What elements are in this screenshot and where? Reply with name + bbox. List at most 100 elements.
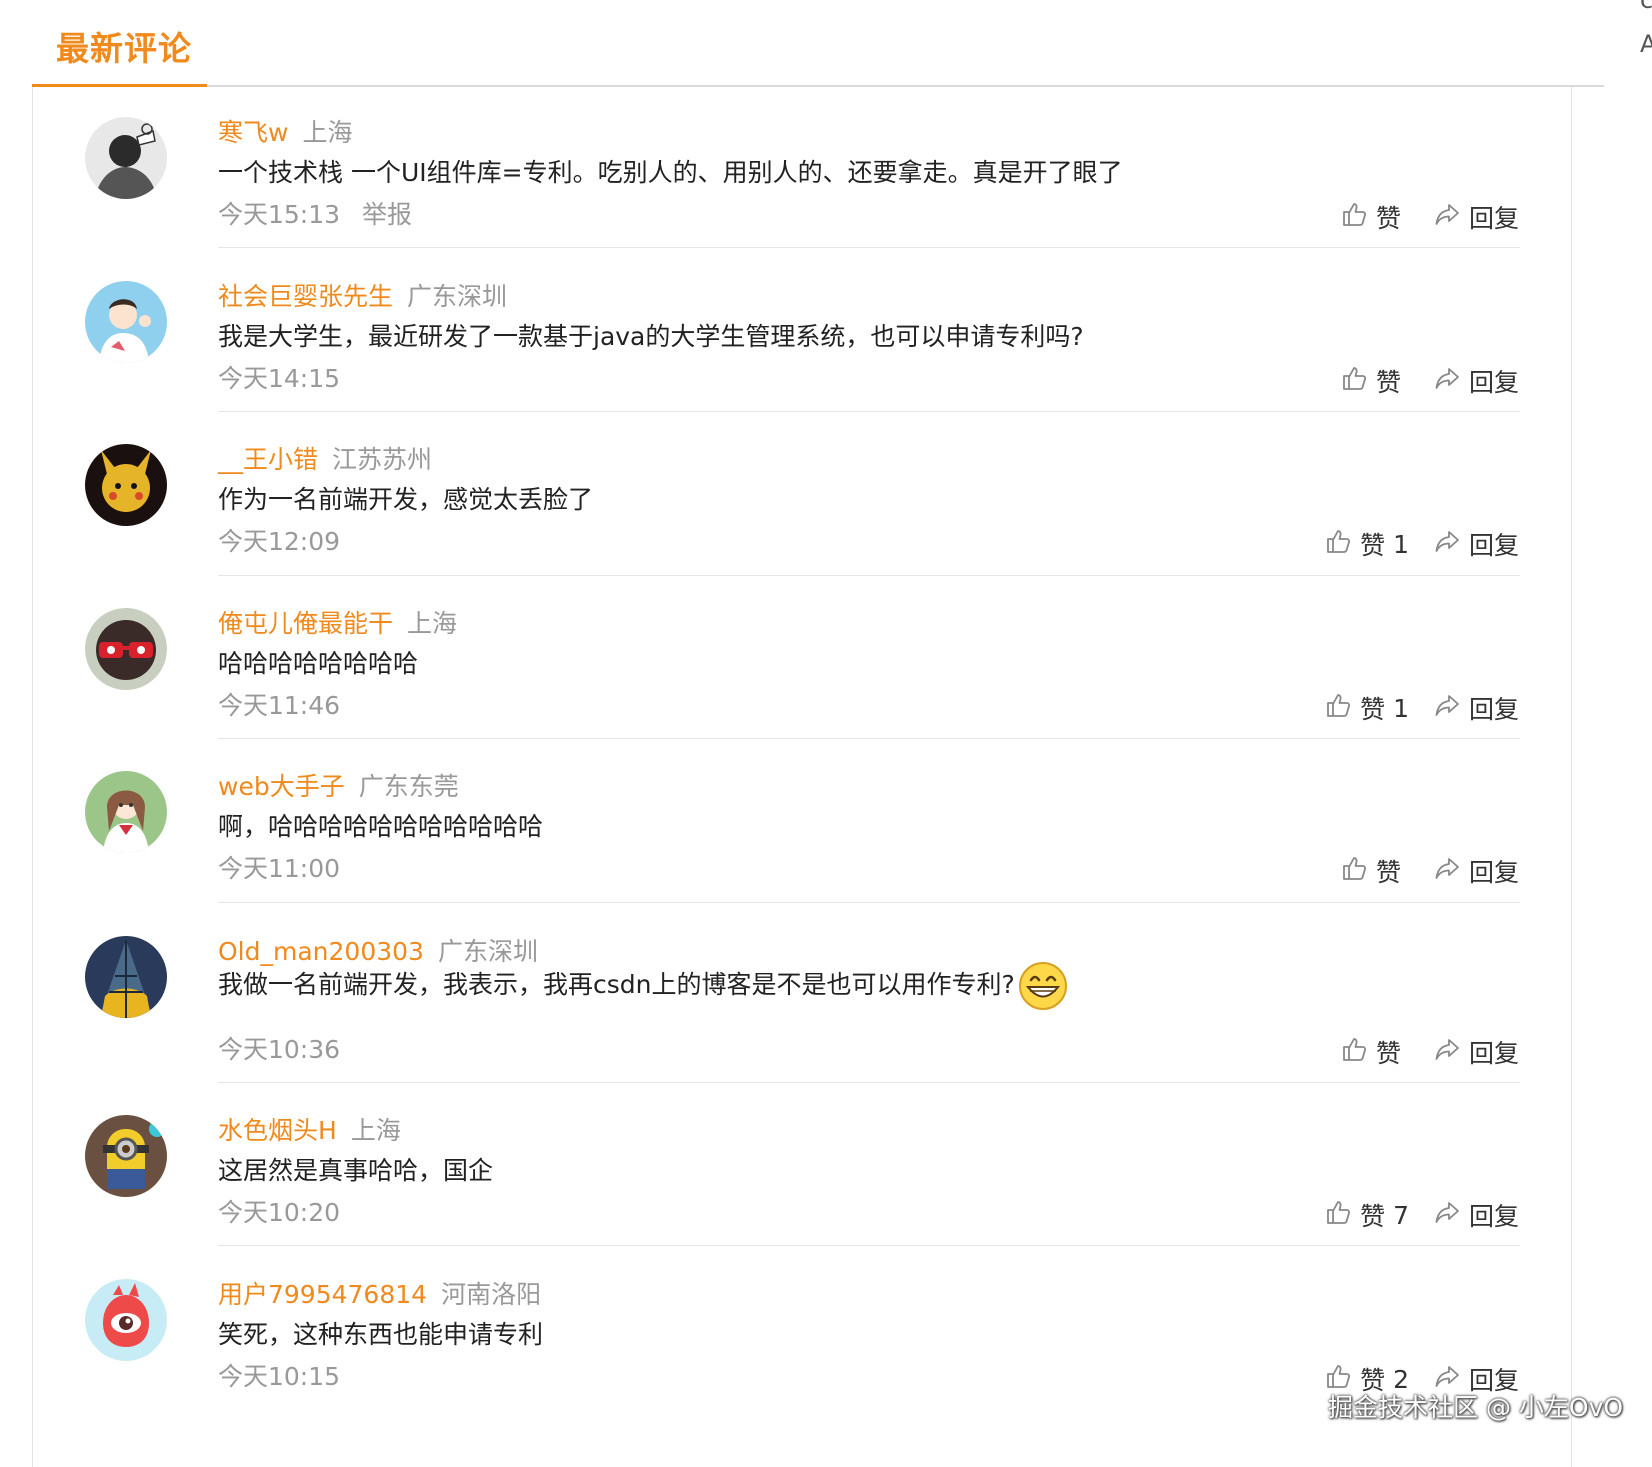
location: 上海	[407, 609, 458, 638]
comment-time-line: 今天15:13 举报	[218, 195, 412, 231]
comment-text: 哈哈哈哈哈哈哈哈	[218, 649, 419, 678]
comment-divider	[218, 738, 1520, 739]
reply-button[interactable]: 回复	[1433, 526, 1519, 562]
comment-divider	[218, 247, 1520, 248]
comment-actions: 赞1 回复	[1324, 526, 1519, 562]
tab-latest-comments[interactable]: 最新评论	[56, 22, 192, 70]
thumbs-up-icon	[1340, 854, 1368, 888]
comment-divider	[218, 902, 1520, 903]
username-link[interactable]: 用户7995476814	[218, 1280, 427, 1309]
report-link[interactable]: 举报	[362, 200, 412, 229]
location: 江苏苏州	[332, 445, 433, 474]
comment-text: 我做一名前端开发，我表示，我再csdn上的博客是不是也可以用作专利?	[218, 960, 1069, 1012]
like-count: 1	[1393, 529, 1409, 559]
thumbs-up-icon	[1340, 1035, 1368, 1069]
thumbs-up-icon	[1340, 364, 1368, 398]
location: 上海	[350, 1116, 401, 1145]
like-button[interactable]: 赞1	[1324, 526, 1409, 562]
like-button[interactable]: 赞	[1340, 853, 1409, 889]
comment-time: 今天10:20	[218, 1198, 341, 1227]
location: 河南洛阳	[441, 1280, 542, 1309]
username-link[interactable]: __王小错	[218, 445, 318, 474]
share-arrow-icon	[1433, 527, 1461, 561]
like-label: 赞	[1360, 531, 1386, 560]
username-link[interactable]: 寒飞w	[218, 118, 288, 147]
like-button[interactable]: 赞	[1340, 199, 1409, 235]
like-button[interactable]: 赞1	[1324, 690, 1409, 726]
comment-time-line: 今天11:00	[218, 849, 340, 885]
share-arrow-icon	[1433, 691, 1461, 725]
thumbs-up-icon	[1340, 200, 1368, 234]
reply-label: 回复	[1468, 531, 1519, 560]
share-arrow-icon	[1433, 200, 1461, 234]
comment-meta: web大手子 广东东莞	[218, 767, 459, 803]
reply-label: 回复	[1468, 1039, 1519, 1068]
avatar[interactable]	[85, 1279, 167, 1361]
comment-time: 今天11:46	[218, 691, 341, 720]
comment-actions: 赞 回复	[1340, 363, 1519, 399]
tab-bar: 最新评论	[32, 0, 1604, 90]
reply-button[interactable]: 回复	[1433, 1034, 1519, 1070]
username-link[interactable]: web大手子	[218, 772, 345, 801]
comment-meta: 用户7995476814 河南洛阳	[218, 1275, 541, 1311]
username-link[interactable]: 俺屯儿俺最能干	[218, 609, 393, 638]
comment-actions: 赞 回复	[1340, 853, 1519, 889]
avatar[interactable]	[85, 117, 167, 199]
like-count: 7	[1393, 1200, 1409, 1230]
avatar[interactable]	[85, 771, 167, 853]
comment-divider	[218, 575, 1520, 576]
watermark: 掘金技术社区 @ 小左OvO	[1328, 1393, 1624, 1422]
reply-button[interactable]: 回复	[1433, 690, 1519, 726]
comment-meta: 水色烟头H 上海	[218, 1111, 401, 1147]
share-arrow-icon	[1433, 1035, 1461, 1069]
avatar[interactable]	[85, 1115, 167, 1197]
comment-text: 一个技术栈 一个UI组件库=专利。吃别人的、用别人的、还要拿走。真是开了眼了	[218, 158, 1123, 187]
username-link[interactable]: 社会巨婴张先生	[218, 282, 393, 311]
grinning-emoji-icon	[1017, 960, 1069, 1012]
comment-time: 今天10:36	[218, 1035, 341, 1064]
reply-button[interactable]: 回复	[1433, 363, 1519, 399]
like-button[interactable]: 赞	[1340, 363, 1409, 399]
like-count: 1	[1393, 693, 1409, 723]
comment-text: 啊，哈哈哈哈哈哈哈哈哈哈哈	[218, 812, 544, 841]
comment-time: 今天15:13	[218, 200, 341, 229]
comment-divider	[218, 1082, 1520, 1083]
comment-meta: 社会巨婴张先生 广东深圳	[218, 277, 507, 313]
avatar[interactable]	[85, 608, 167, 690]
share-arrow-icon	[1433, 364, 1461, 398]
like-button[interactable]: 赞	[1340, 1034, 1409, 1070]
reply-button[interactable]: 回复	[1433, 199, 1519, 235]
comment-time: 今天14:15	[218, 364, 341, 393]
comment-meta: 俺屯儿俺最能干 上海	[218, 604, 457, 640]
comment-actions: 赞 回复	[1340, 1034, 1519, 1070]
share-arrow-icon	[1433, 854, 1461, 888]
username-link[interactable]: 水色烟头H	[218, 1116, 337, 1145]
thumbs-up-icon	[1324, 691, 1352, 725]
avatar[interactable]	[85, 936, 167, 1018]
comment-actions: 赞7 回复	[1324, 1197, 1519, 1233]
like-label: 赞	[1375, 204, 1401, 233]
reply-label: 回复	[1468, 695, 1519, 724]
reply-label: 回复	[1468, 204, 1519, 233]
thumbs-up-icon	[1324, 1198, 1352, 1232]
comment-time: 今天10:15	[218, 1362, 341, 1391]
avatar[interactable]	[85, 281, 167, 363]
comment-actions: 赞1 回复	[1324, 690, 1519, 726]
comment-actions: 赞 回复	[1340, 199, 1519, 235]
like-label: 赞	[1375, 1039, 1401, 1068]
reply-label: 回复	[1468, 368, 1519, 397]
reply-button[interactable]: 回复	[1433, 1197, 1519, 1233]
comment-time-line: 今天10:15	[218, 1357, 340, 1393]
avatar[interactable]	[85, 444, 167, 526]
like-button[interactable]: 赞7	[1324, 1197, 1409, 1233]
location: 广东深圳	[407, 282, 508, 311]
comment-text-content: 我做一名前端开发，我表示，我再csdn上的博客是不是也可以用作专利?	[218, 970, 1015, 999]
reply-label: 回复	[1468, 858, 1519, 887]
edge-char-top: c	[1640, 0, 1652, 14]
comment-time-line: 今天11:46	[218, 686, 340, 722]
comment-divider	[218, 411, 1520, 412]
thumbs-up-icon	[1324, 527, 1352, 561]
comment-time-line: 今天12:09	[218, 522, 340, 558]
comment-text: 作为一名前端开发，感觉太丢脸了	[218, 485, 594, 514]
reply-button[interactable]: 回复	[1433, 853, 1519, 889]
